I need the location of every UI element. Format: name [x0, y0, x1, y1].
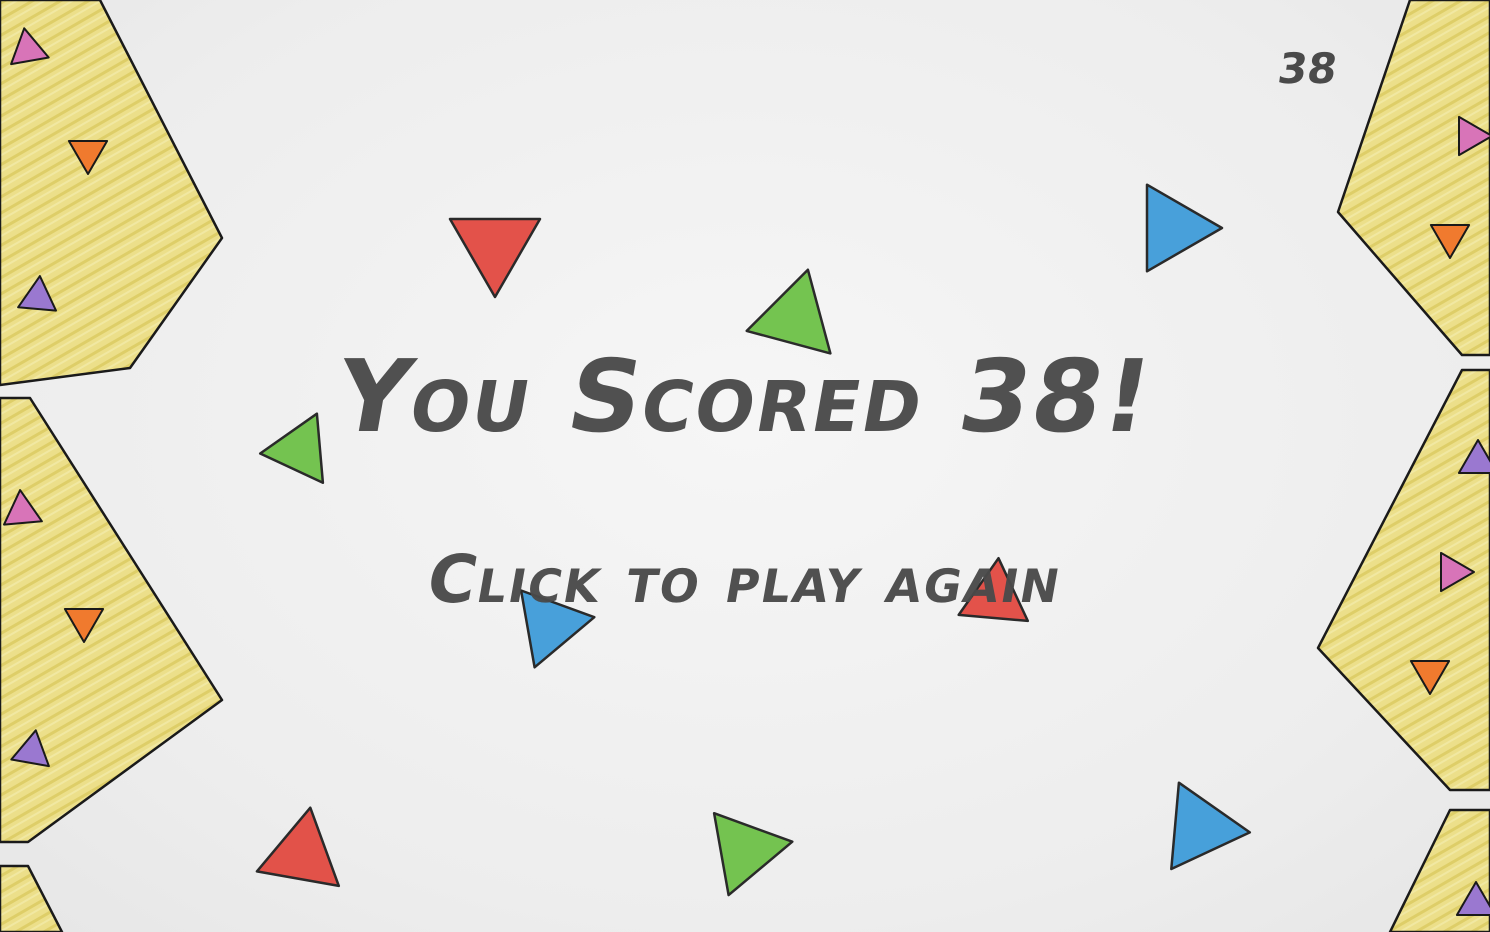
wall-right-6 [1388, 808, 1490, 932]
wall-right-5 [1316, 368, 1490, 792]
floating-red-triangle [448, 217, 542, 299]
play-again-prompt[interactable]: Click to play again [186, 530, 1304, 630]
floating-blue-triangle [1170, 781, 1252, 871]
wall-shape [0, 864, 64, 932]
floating-blue-triangle [1145, 183, 1224, 273]
final-score-title: You Scored 38! [327, 338, 1163, 455]
floating-green-triangle [712, 811, 794, 897]
wall-left-1 [0, 0, 224, 387]
wall-shape [1316, 368, 1490, 792]
score-counter: 38 [1274, 44, 1341, 93]
wall-shape [1336, 0, 1490, 357]
floating-red-triangle [255, 806, 341, 888]
wall-right-4 [1336, 0, 1490, 357]
wall-left-3 [0, 864, 64, 932]
game-canvas[interactable]: 38 You Scored 38! Click to play again [0, 0, 1490, 932]
